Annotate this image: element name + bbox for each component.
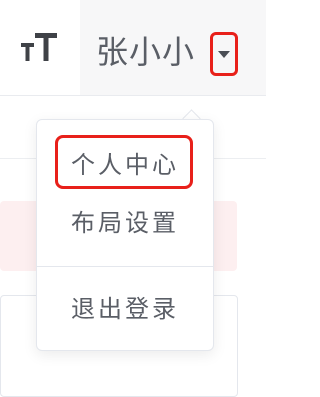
user-dropdown-menu: 个人中心 布局设置 退出登录 bbox=[36, 119, 214, 351]
menu-item-profile[interactable]: 个人中心 bbox=[37, 140, 213, 184]
dropdown-toggle-highlight[interactable] bbox=[210, 32, 238, 76]
user-name: 张小小 bbox=[96, 33, 196, 71]
top-navbar: 张小小 bbox=[0, 0, 266, 96]
menu-divider bbox=[37, 266, 213, 267]
menu-item-logout[interactable]: 退出登录 bbox=[37, 284, 213, 328]
menu-item-layout-settings[interactable]: 布局设置 bbox=[37, 198, 213, 242]
caret-down-icon bbox=[218, 50, 230, 58]
user-dropdown-trigger[interactable]: 张小小 bbox=[80, 0, 266, 95]
font-size-button[interactable] bbox=[0, 0, 80, 95]
font-size-icon bbox=[20, 31, 60, 65]
